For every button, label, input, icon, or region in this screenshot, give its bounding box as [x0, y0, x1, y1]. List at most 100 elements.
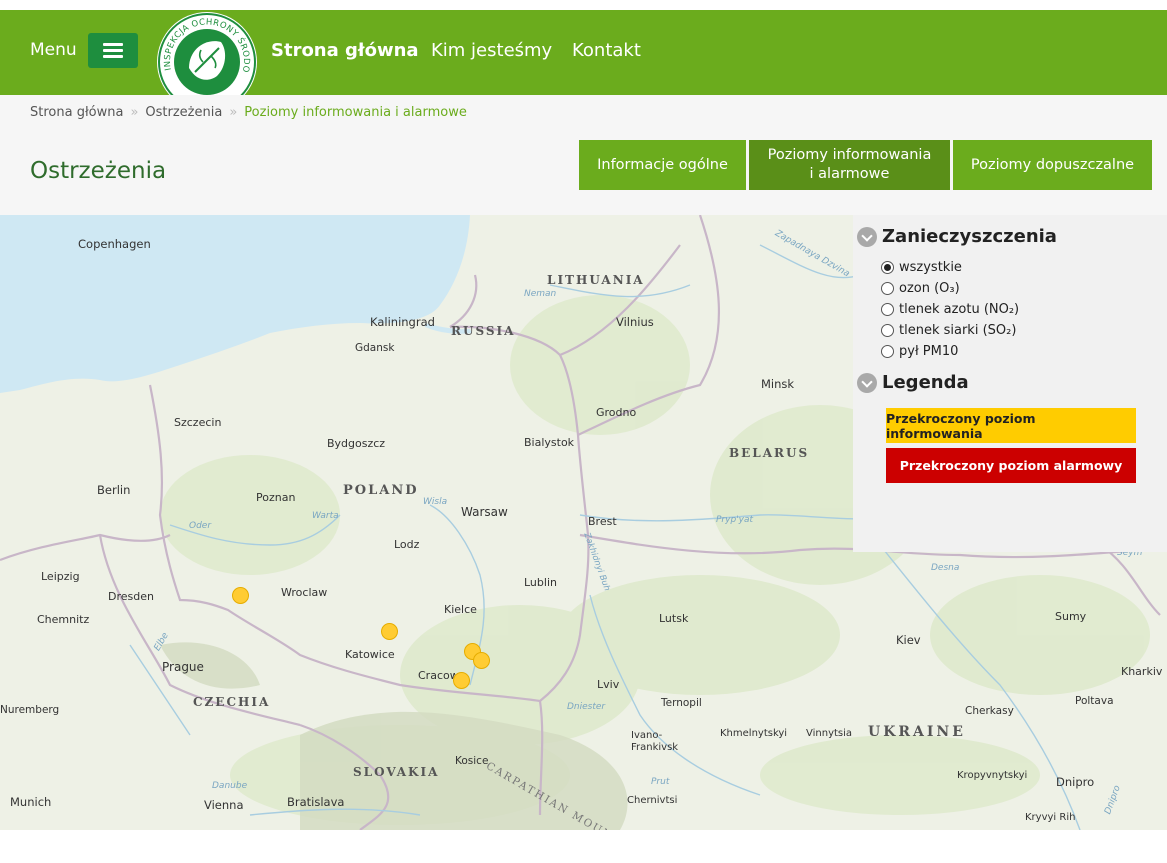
map-city-label: Kryvyi Rih: [1025, 812, 1076, 823]
map-city-label: Lublin: [524, 576, 557, 589]
map-city-label: Munich: [10, 795, 52, 809]
map-city-label: Lutsk: [659, 612, 689, 625]
nav-contact[interactable]: Kontakt: [572, 40, 641, 61]
map-city-label: Berlin: [97, 483, 131, 497]
map-city-label: Cherkasy: [965, 705, 1014, 717]
map-city-label: Ivano-Frankivsk: [631, 730, 679, 753]
legend-alarm-level: Przekroczony poziom alarmowy: [886, 448, 1136, 483]
page-title: Ostrzeżenia: [30, 158, 167, 184]
nav-about[interactable]: Kim jesteśmy: [431, 40, 552, 61]
alert-marker-information[interactable]: [381, 623, 398, 640]
map-city-label: Vilnius: [616, 315, 654, 329]
map-city-label: Brest: [588, 515, 617, 528]
map-river-label: Dniester: [567, 702, 606, 712]
breadcrumb-warnings[interactable]: Ostrzeżenia: [145, 105, 222, 120]
chevron-down-icon[interactable]: [857, 372, 877, 393]
map-city-label: Grodno: [596, 406, 637, 419]
map-city-label: Leipzig: [41, 570, 80, 583]
map-river-label: Desna: [931, 563, 960, 573]
map-city-label: Khmelnytskyi: [720, 728, 788, 739]
map-city-label: Szczecin: [174, 416, 222, 429]
map-city-label: Dnipro: [1056, 775, 1095, 789]
map-city-label: Bydgoszcz: [327, 437, 386, 450]
legend-title: Legenda: [882, 372, 969, 393]
map-city-label: Bialystok: [524, 436, 575, 449]
radio-label: tlenek azotu (NO₂): [899, 302, 1020, 317]
radio-label: pył PM10: [899, 344, 959, 359]
map-country-label: RUSSIA: [451, 324, 516, 338]
map-city-label: Katowice: [345, 648, 395, 661]
map-city-label: Poznan: [256, 491, 296, 504]
nav-home[interactable]: Strona główna: [271, 40, 419, 61]
map-river-label: Pryp'yat: [716, 515, 754, 525]
map-river-label: Prut: [651, 777, 670, 787]
map-river-label: Wisla: [423, 497, 448, 507]
map-country-label: UKRAINE: [868, 724, 966, 740]
map-city-label: Kropyvnytskyi: [957, 770, 1028, 781]
map-country-label: BELARUS: [729, 446, 810, 460]
radio-option-so2[interactable]: tlenek siarki (SO₂): [881, 323, 1016, 338]
radio-option-pm10[interactable]: pył PM10: [881, 344, 958, 359]
top-navigation-bar: Menu INSPEKCJA OCHRONY ŚRODOWISKA Strona…: [0, 10, 1167, 112]
map-country-label: LITHUANIA: [547, 273, 645, 287]
pollutants-title: Zanieczyszczenia: [882, 226, 1057, 247]
map-river-label: Neman: [524, 289, 557, 299]
alert-marker-information[interactable]: [232, 587, 249, 604]
map-river-label: Warta: [312, 511, 339, 521]
tab-general-info[interactable]: Informacje ogólne: [579, 140, 746, 190]
map-river-label: Oder: [189, 521, 212, 531]
radio-label: ozon (O₃): [899, 281, 960, 296]
breadcrumb-separator: »: [130, 105, 139, 120]
map-city-label: Wroclaw: [281, 586, 328, 599]
map-city-label: Kharkiv: [1121, 665, 1163, 678]
map-city-label: Vienna: [204, 798, 244, 812]
radio-button[interactable]: [881, 324, 894, 337]
map-river-label: Danube: [212, 781, 248, 791]
map-city-label: Kaliningrad: [370, 315, 435, 329]
map-city-label: Copenhagen: [78, 237, 151, 251]
radio-label: wszystkie: [899, 260, 962, 275]
legend-information-level: Przekroczony poziom informowania: [886, 408, 1136, 443]
alert-marker-information[interactable]: [453, 672, 470, 689]
radio-button[interactable]: [881, 261, 894, 274]
map-city-label: Gdansk: [355, 342, 395, 354]
breadcrumb: Strona główna » Ostrzeżenia » Poziomy inform…: [30, 105, 467, 120]
map-city-label: Kiev: [896, 633, 921, 647]
hamburger-menu-button[interactable]: [88, 33, 138, 68]
page-header: Strona główna » Ostrzeżenia » Poziomy inform…: [0, 95, 1167, 215]
map-country-label: POLAND: [343, 483, 419, 498]
map-city-label: Chernivtsi: [627, 795, 678, 806]
map-city-label: Kielce: [444, 603, 477, 616]
map-city-label: Nuremberg: [0, 704, 60, 716]
pollutants-section-header[interactable]: Zanieczyszczenia: [857, 226, 1057, 247]
tab-information-alarm-levels[interactable]: Poziomy informowania i alarmowe: [749, 140, 950, 190]
map-city-label: Warsaw: [461, 505, 508, 519]
breadcrumb-home[interactable]: Strona główna: [30, 105, 123, 120]
radio-button[interactable]: [881, 345, 894, 358]
map-city-label: Lodz: [394, 538, 420, 551]
map-sidebar-panel: Zanieczyszczenia wszystkie ozon (O₃) tle…: [853, 215, 1167, 552]
map-city-label: Prague: [162, 660, 204, 674]
map-country-label: SLOVAKIA: [353, 765, 440, 779]
map-city-label: Chemnitz: [37, 613, 90, 626]
map-city-label: Dresden: [108, 590, 154, 603]
map-city-label: Vinnytsia: [806, 728, 853, 739]
radio-button[interactable]: [881, 303, 894, 316]
breadcrumb-current: Poziomy informowania i alarmowe: [244, 105, 467, 120]
map-city-label: Lviv: [597, 678, 620, 691]
alert-marker-information[interactable]: [473, 652, 490, 669]
radio-button[interactable]: [881, 282, 894, 295]
legend-section-header[interactable]: Legenda: [857, 372, 969, 393]
map-city-label: Bratislava: [287, 795, 345, 809]
radio-option-all[interactable]: wszystkie: [881, 260, 962, 275]
map-city-label: Minsk: [761, 377, 795, 391]
map-city-label: Poltava: [1075, 695, 1114, 707]
radio-option-no2[interactable]: tlenek azotu (NO₂): [881, 302, 1019, 317]
map-city-label: Ternopil: [661, 697, 702, 709]
radio-option-ozone[interactable]: ozon (O₃): [881, 281, 960, 296]
map-city-label: Kosice: [455, 755, 489, 767]
menu-label[interactable]: Menu: [30, 40, 77, 60]
tab-permissible-levels[interactable]: Poziomy dopuszczalne: [953, 140, 1152, 190]
radio-label: tlenek siarki (SO₂): [899, 323, 1017, 338]
chevron-down-icon[interactable]: [857, 226, 877, 247]
